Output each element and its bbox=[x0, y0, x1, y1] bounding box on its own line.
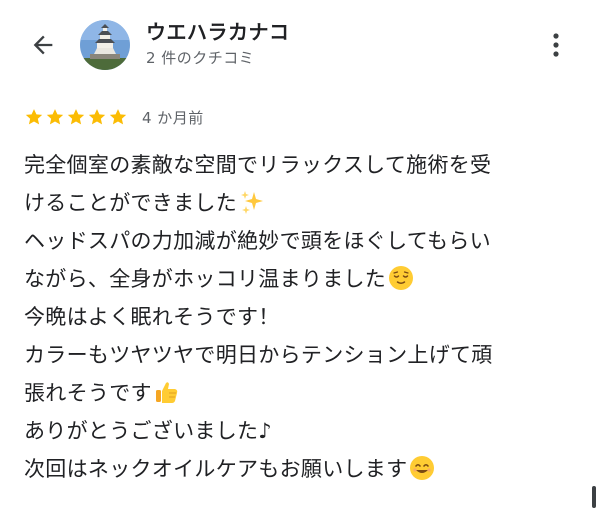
review-detail-page: ウエハラカナコ 2 件のクチコミ 4 か月前 完全個室の素敵な空間でリラックスし… bbox=[0, 0, 600, 508]
review-line: 今晩はよく眠れそうです！ bbox=[24, 305, 280, 329]
review-line: 完全個室の素敵な空間でリラックスして施術を受 bbox=[24, 153, 492, 177]
star-icon bbox=[25, 109, 43, 125]
review-line: けることができました bbox=[24, 184, 584, 222]
star-icon bbox=[109, 109, 127, 125]
star-icon bbox=[67, 109, 85, 125]
castle-photo bbox=[80, 20, 130, 70]
more-vert-icon bbox=[553, 33, 559, 57]
review-count: 2 件のクチコミ bbox=[146, 49, 255, 67]
reviewer-name[interactable]: ウエハラカナコ bbox=[146, 16, 290, 45]
relieved-face-emoji bbox=[389, 266, 414, 290]
arrow-left-icon bbox=[33, 35, 53, 55]
back-button[interactable] bbox=[26, 28, 60, 62]
more-options-button[interactable] bbox=[542, 28, 570, 62]
review-line: ありがとうございました♪ bbox=[24, 419, 273, 443]
thumbs-up-emoji bbox=[155, 382, 178, 403]
star-rating bbox=[24, 107, 128, 127]
review-line: 次回はネックオイルケアもお願いします bbox=[24, 450, 584, 488]
smiling-face-emoji bbox=[410, 456, 435, 480]
review-line: カラーもツヤツヤで明日からテンション上げて頑 bbox=[24, 343, 493, 367]
avatar[interactable] bbox=[80, 20, 130, 70]
review-line: 張れそうです bbox=[24, 374, 584, 412]
review-line: ヘッドスパの力加減が絶妙で頭をほぐしてもらい bbox=[24, 229, 491, 253]
review-line: ながら、全身がホッコリ温まりました bbox=[24, 260, 584, 298]
star-icon bbox=[88, 109, 106, 125]
rating-row: 4 か月前 bbox=[24, 106, 204, 128]
review-date: 4 か月前 bbox=[142, 108, 204, 127]
star-icon bbox=[46, 109, 64, 125]
sparkles-emoji bbox=[241, 191, 263, 214]
review-text: 完全個室の素敵な空間でリラックスして施術を受 けることができました ヘッドスパの… bbox=[24, 146, 584, 488]
scrollbar[interactable] bbox=[592, 486, 596, 508]
